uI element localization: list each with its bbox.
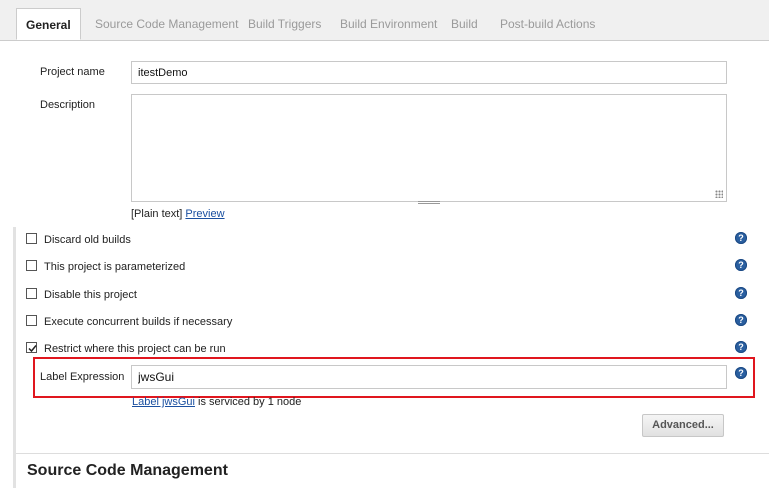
description-textarea[interactable] <box>131 94 727 202</box>
label-expression-input[interactable] <box>131 365 727 389</box>
concurrent-builds-checkbox[interactable] <box>26 315 37 326</box>
label-expression-info: Label jwsGui is serviced by 1 node <box>132 396 301 408</box>
help-icon[interactable]: ? <box>735 259 747 271</box>
concurrent-builds-label: Execute concurrent builds if necessary <box>44 316 233 328</box>
help-icon[interactable]: ? <box>735 232 747 244</box>
help-icon[interactable]: ? <box>735 287 747 299</box>
description-format: [Plain text] Preview <box>131 208 225 220</box>
help-icon[interactable]: ? <box>735 367 747 379</box>
preview-link[interactable]: Preview <box>185 208 224 220</box>
tab-post-build-actions[interactable]: Post-build Actions <box>500 8 595 40</box>
help-icon[interactable]: ? <box>735 314 747 326</box>
help-icon[interactable]: ? <box>735 341 747 353</box>
plain-text-label: [Plain text] <box>131 208 183 220</box>
label-expression-label: Label Expression <box>40 371 125 383</box>
parameterized-checkbox[interactable] <box>26 260 37 271</box>
tab-build-triggers[interactable]: Build Triggers <box>248 8 321 40</box>
label-serviced-text: is serviced by 1 node <box>194 396 302 408</box>
source-code-management-heading: Source Code Management <box>27 462 228 479</box>
disable-project-checkbox[interactable] <box>26 288 37 299</box>
discard-old-builds-checkbox[interactable] <box>26 233 37 244</box>
tab-general[interactable]: General <box>16 8 81 40</box>
project-name-input[interactable] <box>131 61 727 84</box>
resize-grip-icon[interactable] <box>715 190 723 198</box>
discard-old-builds-label: Discard old builds <box>44 234 131 246</box>
restrict-node-checkbox[interactable] <box>26 342 37 353</box>
parameterized-label: This project is parameterized <box>44 261 186 273</box>
section-divider <box>16 453 769 454</box>
project-name-label: Project name <box>40 66 105 78</box>
advanced-button[interactable]: Advanced... <box>642 414 724 437</box>
description-label: Description <box>40 99 96 111</box>
tab-source-code-management[interactable]: Source Code Management <box>95 8 238 40</box>
tab-build-environment[interactable]: Build Environment <box>340 8 437 40</box>
checkmark-icon <box>28 345 37 353</box>
disable-project-label: Disable this project <box>44 289 137 301</box>
restrict-node-label: Restrict where this project can be run <box>44 343 226 355</box>
section-indent-line <box>13 227 16 488</box>
config-tab-bar: General Source Code Management Build Tri… <box>0 0 769 41</box>
tab-build[interactable]: Build <box>451 8 478 40</box>
label-jwsgui-link[interactable]: Label jwsGui <box>132 396 195 408</box>
textarea-resize-handle[interactable] <box>418 201 440 204</box>
